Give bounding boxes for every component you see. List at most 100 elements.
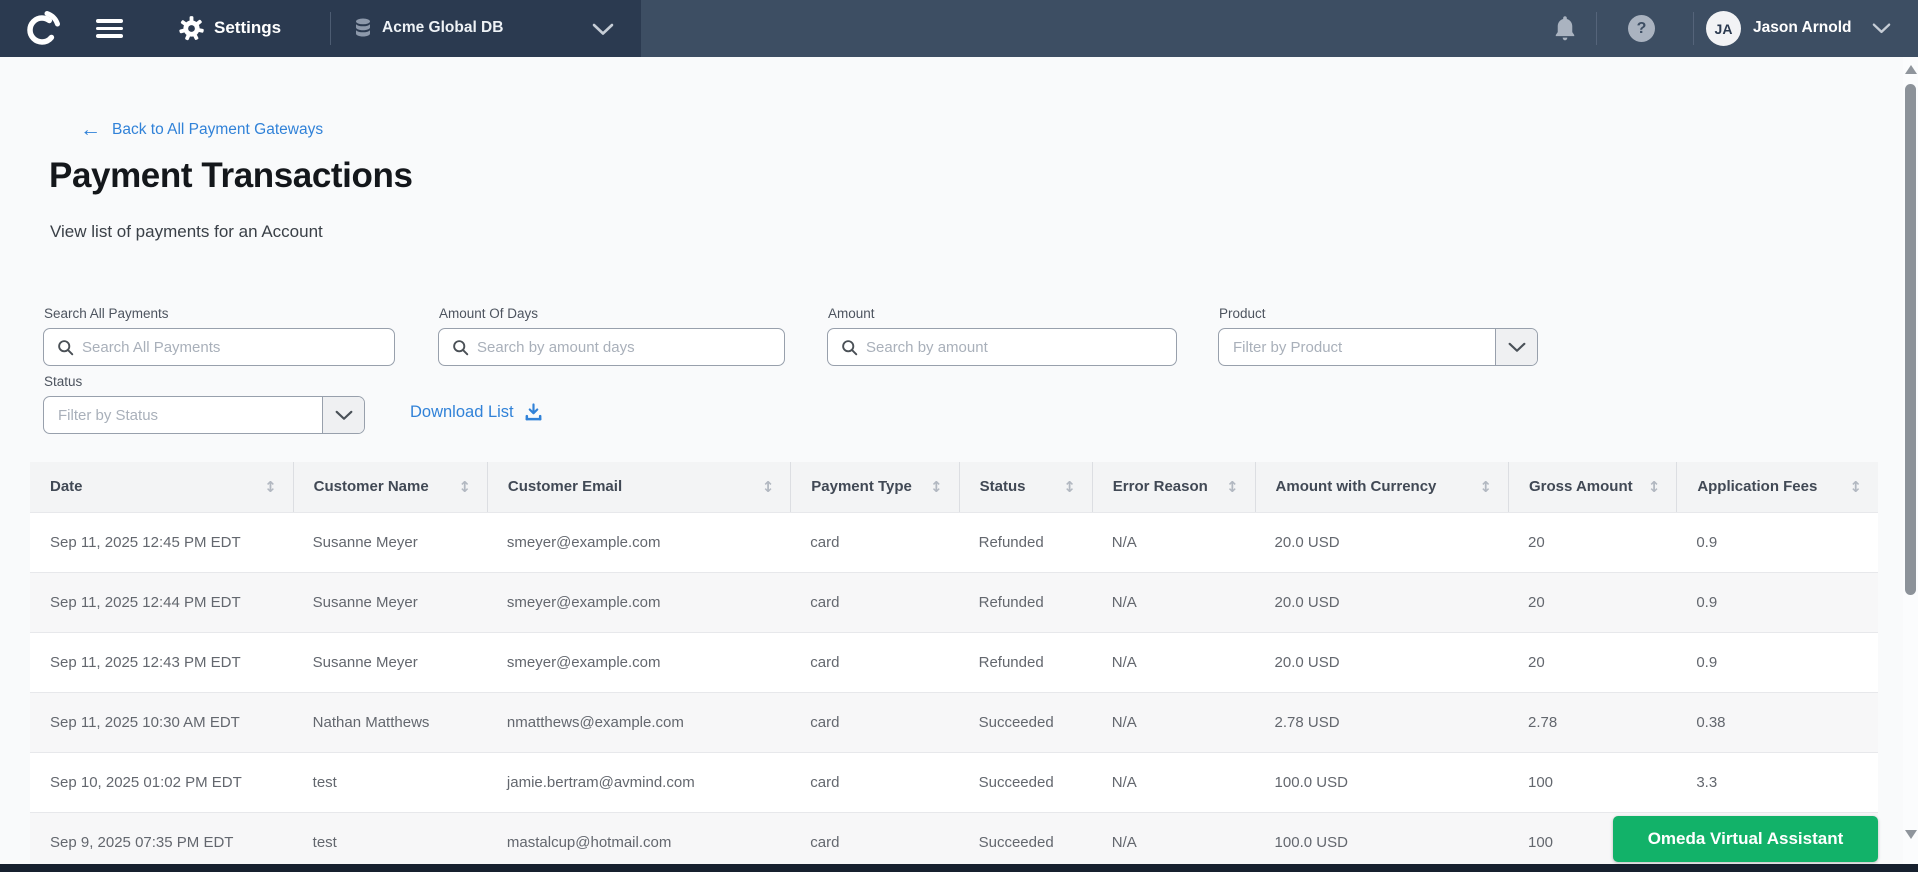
cell-payment-type: card [790,752,958,812]
search-all-field [43,328,395,366]
cell-customer-name: Susanne Meyer [293,512,487,572]
cell-payment-type: card [790,572,958,632]
search-all-input[interactable] [82,329,394,365]
page-title: Payment Transactions [49,156,413,196]
column-label: Error Reason [1113,478,1208,495]
table-row: Sep 11, 2025 10:30 AM EDTNathan Matthews… [30,692,1878,752]
column-label: Gross Amount [1529,478,1633,495]
cell-payment-type: card [790,512,958,572]
sort-icon[interactable]: ↕ [930,478,943,496]
chevron-down-icon[interactable] [1495,329,1537,365]
cell-gross-amount: 20 [1508,512,1676,572]
column-label: Amount with Currency [1276,478,1437,495]
amount-days-input[interactable] [477,329,784,365]
footer-strip [0,864,1918,872]
cell-amount-with-currency: 20.0 USD [1255,512,1508,572]
product-select[interactable]: Filter by Product [1218,328,1538,366]
cell-customer-name: Nathan Matthews [293,692,487,752]
scrollbar-thumb[interactable] [1905,84,1916,595]
amount-input[interactable] [866,329,1176,365]
status-select[interactable]: Filter by Status [43,396,365,434]
column-header-customer-email[interactable]: Customer Email↕ [487,462,790,512]
status-select-value: Filter by Status [44,407,322,424]
column-header-date[interactable]: Date↕ [30,462,293,512]
column-header-customer-name[interactable]: Customer Name ↕ [293,462,487,512]
cell-gross-amount: 20 [1508,632,1676,692]
cell-customer-name: Susanne Meyer [293,572,487,632]
nav-settings-label[interactable]: Settings [214,18,281,38]
cell-payment-type: card [790,812,958,872]
sort-icon[interactable]: ↕ [264,478,277,496]
cell-date: Sep 11, 2025 10:30 AM EDT [30,692,293,752]
amount-days-field [438,328,785,366]
column-header-amount-with-currency[interactable]: Amount with Currency ↕ [1255,462,1508,512]
gear-icon[interactable] [178,15,205,42]
search-icon [452,339,469,356]
search-icon [57,339,74,356]
cell-date: Sep 10, 2025 01:02 PM EDT [30,752,293,812]
hamburger-bar [96,19,123,23]
cell-payment-type: card [790,632,958,692]
database-icon [351,16,375,40]
sort-icon[interactable]: ↕ [458,478,471,496]
cell-customer-name: test [293,752,487,812]
cell-amount-with-currency: 100.0 USD [1255,752,1508,812]
product-label: Product [1219,306,1266,321]
database-selector[interactable]: Acme Global DB [382,19,503,37]
column-header-status[interactable]: Status↕ [959,462,1092,512]
table-row: Sep 9, 2025 07:35 PM EDTtestmastalcup@ho… [30,812,1878,872]
cell-status: Refunded [959,572,1092,632]
virtual-assistant-button[interactable]: Omeda Virtual Assistant [1613,816,1878,862]
cell-customer-email: smeyer@example.com [487,572,790,632]
cell-application-fees: 0.38 [1676,692,1878,752]
download-list-link[interactable]: Download List [410,402,544,422]
cell-date: Sep 11, 2025 12:43 PM EDT [30,632,293,692]
sort-icon[interactable]: ↕ [1479,478,1492,496]
scroll-up-icon[interactable] [1905,65,1917,74]
column-header-error-reason[interactable]: Error Reason ↕ [1092,462,1255,512]
column-header-payment-type[interactable]: Payment Type↕ [790,462,958,512]
help-icon[interactable]: ? [1628,15,1655,42]
column-label: Customer Name [314,478,429,495]
bell-icon[interactable] [1551,14,1579,44]
cell-customer-name: test [293,812,487,872]
download-list-label: Download List [410,403,514,422]
scrollbar [1903,57,1918,872]
user-menu[interactable]: Jason Arnold [1753,19,1851,37]
cell-customer-email: nmatthews@example.com [487,692,790,752]
nav-divider [1693,12,1694,45]
cell-error-reason: N/A [1092,812,1255,872]
sort-icon[interactable]: ↕ [1849,478,1862,496]
avatar-initials: JA [1715,21,1733,37]
column-header-application-fees[interactable]: Application Fees↕ [1676,462,1878,512]
cell-error-reason: N/A [1092,512,1255,572]
chevron-down-icon[interactable] [322,397,364,433]
omeda-logo-icon[interactable] [22,9,62,49]
hamburger-menu-icon[interactable] [96,19,123,38]
cell-amount-with-currency: 2.78 USD [1255,692,1508,752]
cell-customer-email: mastalcup@hotmail.com [487,812,790,872]
sort-icon[interactable]: ↕ [1063,478,1076,496]
sort-icon[interactable]: ↕ [1226,478,1239,496]
cell-error-reason: N/A [1092,632,1255,692]
chevron-down-icon[interactable] [1872,23,1891,34]
cell-amount-with-currency: 20.0 USD [1255,572,1508,632]
nav-divider [330,12,331,45]
back-link[interactable]: ← Back to All Payment Gateways [80,119,323,140]
cell-date: Sep 11, 2025 12:45 PM EDT [30,512,293,572]
sort-icon[interactable]: ↕ [762,478,775,496]
cell-gross-amount: 2.78 [1508,692,1676,752]
sort-icon[interactable]: ↕ [1648,478,1661,496]
cell-date: Sep 9, 2025 07:35 PM EDT [30,812,293,872]
table-row: Sep 10, 2025 01:02 PM EDTtestjamie.bertr… [30,752,1878,812]
avatar[interactable]: JA [1706,11,1741,46]
download-icon [523,402,544,422]
cell-payment-type: card [790,692,958,752]
scroll-down-icon[interactable] [1905,830,1917,839]
chevron-down-icon[interactable] [592,23,614,36]
back-link-label: Back to All Payment Gateways [112,121,323,139]
top-navbar: Settings Acme Global DB ? JA [0,0,1918,57]
status-label: Status [44,374,82,389]
cell-gross-amount: 20 [1508,572,1676,632]
column-header-gross-amount[interactable]: Gross Amount ↕ [1508,462,1676,512]
